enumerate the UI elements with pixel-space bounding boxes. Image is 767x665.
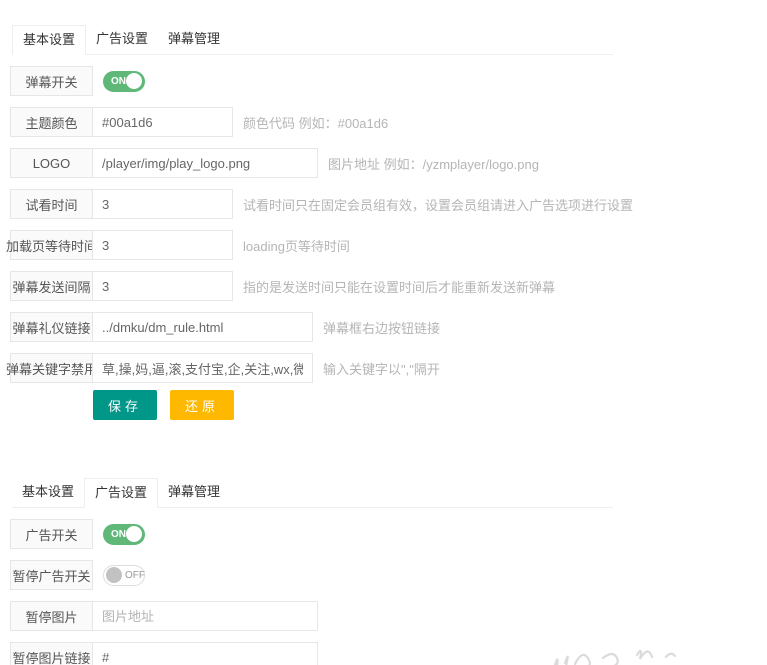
field-label: 主题颜色 [10, 107, 93, 137]
form-row-ad-switch: 广告开关 ON [10, 519, 767, 549]
form-row-preview-time: 试看时间 试看时间只在固定会员组有效，设置会员组请进入广告选项进行设置 [10, 189, 767, 219]
field-hint: 颜色代码 例如：#00a1d6 [243, 115, 389, 131]
field-label: 广告开关 [10, 519, 93, 549]
field-label: 暂停图片 [10, 601, 93, 631]
form-row-pause-image-link: 暂停图片链接 [10, 642, 767, 665]
form-row-loading-wait: 加载页等待时间 loading页等待时间 [6, 230, 767, 260]
tab-basic-settings[interactable]: 基本设置 [12, 25, 87, 55]
form-row-pause-ad-switch: 暂停广告开关 OFF [10, 560, 767, 590]
danmaku-rule-link-input[interactable] [92, 312, 313, 342]
tab-danmaku-management[interactable]: 弹幕管理 [158, 477, 230, 507]
tabbar-basic: 基本设置 广告设置 弹幕管理 [12, 24, 613, 55]
toggle-knob [126, 526, 142, 542]
toggle-knob [106, 567, 122, 583]
toggle-knob [126, 73, 142, 89]
field-label: LOGO [10, 148, 93, 178]
field-label: 加载页等待时间 [6, 230, 97, 260]
form-row-pause-image: 暂停图片 [10, 601, 767, 631]
form-actions: 保存 还原 [93, 390, 767, 420]
field-label: 弹幕关键字禁用 [6, 353, 97, 383]
field-hint: 图片地址 例如：/yzmplayer/logo.png [328, 156, 539, 172]
pause-image-link-input[interactable] [92, 642, 318, 665]
ad-switch-toggle[interactable]: ON [103, 523, 145, 545]
pause-image-input[interactable] [92, 601, 318, 631]
preview-time-input[interactable] [92, 189, 233, 219]
field-label: 暂停图片链接 [10, 642, 93, 665]
form-row-danmaku-rule-link: 弹幕礼仪链接 弹幕框右边按钮链接 [10, 312, 767, 342]
loading-wait-input[interactable] [92, 230, 233, 260]
field-label: 弹幕发送间隔 [10, 271, 93, 301]
field-hint: loading页等待时间 [243, 238, 350, 254]
tab-danmaku-management[interactable]: 弹幕管理 [158, 24, 230, 54]
basic-settings-panel: 基本设置 广告设置 弹幕管理 弹幕开关 ON 主题颜色 颜色代码 例如：#00a… [0, 0, 767, 420]
tab-basic-settings[interactable]: 基本设置 [12, 477, 84, 507]
toggle-state-label: ON [111, 528, 126, 540]
danmaku-switch-toggle[interactable]: ON [103, 70, 145, 92]
danmaku-interval-input[interactable] [92, 271, 233, 301]
form-row-danmaku-switch: 弹幕开关 ON [10, 66, 767, 96]
tab-ad-settings[interactable]: 广告设置 [84, 478, 159, 508]
field-hint: 弹幕框右边按钮链接 [323, 320, 441, 336]
field-hint: 输入关键字以","隔开 [323, 361, 440, 377]
form-row-theme-color: 主题颜色 颜色代码 例如：#00a1d6 [10, 107, 767, 137]
form-row-logo: LOGO 图片地址 例如：/yzmplayer/logo.png [10, 148, 767, 178]
field-label: 试看时间 [10, 189, 93, 219]
field-hint: 试看时间只在固定会员组有效，设置会员组请进入广告选项进行设置 [243, 197, 634, 213]
toggle-state-label: ON [111, 75, 126, 87]
logo-input[interactable] [92, 148, 318, 178]
form-row-danmaku-keywords: 弹幕关键字禁用 输入关键字以","隔开 [6, 353, 767, 383]
ad-settings-panel: 基本设置 广告设置 弹幕管理 广告开关 ON 暂停广告开关 OFF 暂停图片 暂… [0, 420, 767, 665]
field-label: 弹幕礼仪链接 [10, 312, 93, 342]
form-row-danmaku-interval: 弹幕发送间隔 指的是发送时间只能在设置时间后才能重新发送新弹幕 [10, 271, 767, 301]
pause-ad-switch-toggle[interactable]: OFF [103, 564, 145, 586]
toggle-state-label: OFF [125, 569, 145, 581]
tabbar-ad: 基本设置 广告设置 弹幕管理 [12, 477, 613, 508]
field-label: 暂停广告开关 [10, 560, 93, 590]
danmaku-keywords-input[interactable] [92, 353, 313, 383]
theme-color-input[interactable] [92, 107, 233, 137]
restore-button[interactable]: 还原 [170, 390, 235, 420]
field-hint: 指的是发送时间只能在设置时间后才能重新发送新弹幕 [243, 279, 556, 295]
save-button[interactable]: 保存 [93, 390, 158, 420]
tab-ad-settings[interactable]: 广告设置 [86, 24, 158, 54]
player-settings-page: 基本设置 广告设置 弹幕管理 弹幕开关 ON 主题颜色 颜色代码 例如：#00a… [0, 0, 767, 665]
field-label: 弹幕开关 [10, 66, 93, 96]
